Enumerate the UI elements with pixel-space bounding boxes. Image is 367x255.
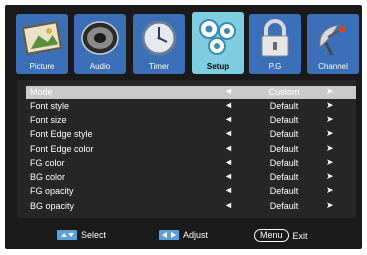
row-value: Default <box>269 101 299 111</box>
row-label: FG opacity <box>30 186 74 196</box>
tab-label: Timer <box>148 62 170 71</box>
left-right-keys-icon <box>159 229 179 240</box>
right-arrow-icon[interactable]: ➤ <box>326 100 334 111</box>
clock-icon <box>141 20 177 56</box>
menu-row-font-edge-color[interactable]: Font Edge color ◄ Default ➤ <box>26 143 356 156</box>
lock-icon <box>261 19 289 57</box>
menu-row-bg-color[interactable]: BG color ◄ Default ➤ <box>26 171 356 184</box>
right-arrow-icon[interactable]: ➤ <box>326 185 334 196</box>
row-value: Default <box>269 201 299 211</box>
tab-label: Channel <box>318 62 348 71</box>
menu-row-fg-opacity[interactable]: FG opacity ◄ Default ➤ <box>26 185 356 198</box>
row-value: Default <box>269 172 299 182</box>
tab-channel[interactable]: Channel <box>307 14 359 74</box>
tab-audio[interactable]: Audio <box>74 14 126 74</box>
select-hint: Select <box>57 229 106 240</box>
row-label: FG color <box>30 158 65 168</box>
tab-timer[interactable]: Timer <box>133 14 185 74</box>
tab-label: P.G <box>268 62 282 71</box>
row-value: Default <box>269 144 299 154</box>
left-arrow-icon[interactable]: ◄ <box>224 114 233 124</box>
row-value: Default <box>269 186 299 196</box>
row-value: Default <box>269 115 299 125</box>
left-arrow-icon[interactable]: ◄ <box>224 86 233 96</box>
row-label: Font style <box>30 101 70 111</box>
tab-pg[interactable]: P.G <box>249 14 301 74</box>
left-arrow-icon[interactable]: ◄ <box>224 100 233 110</box>
tab-label: Setup <box>206 62 230 71</box>
menu-row-font-style[interactable]: Font style ◄ Default ➤ <box>26 100 356 113</box>
select-label: Select <box>81 229 107 240</box>
left-arrow-icon[interactable]: ◄ <box>224 185 233 195</box>
right-arrow-icon[interactable]: ➤ <box>326 200 334 211</box>
right-arrow-icon[interactable]: ➤ <box>326 114 334 125</box>
menu-tab-bar: Picture Audio Timer Setup P.G Channel <box>11 10 359 76</box>
menu-row-fg-color[interactable]: FG color ◄ Default ➤ <box>26 157 356 170</box>
tab-picture[interactable]: Picture <box>16 14 68 74</box>
row-label: Font Edge color <box>30 144 94 154</box>
speaker-icon <box>81 21 119 55</box>
adjust-label: Adjust <box>183 229 209 240</box>
menu-key-icon: Menu <box>254 229 289 242</box>
menu-row-font-edge-style[interactable]: Font Edge style ◄ Default ➤ <box>26 128 356 141</box>
key-hint-bar: Select Adjust Menu Exit <box>5 222 362 249</box>
adjust-hint: Adjust <box>159 229 208 240</box>
gears-icon <box>199 19 236 55</box>
satellite-dish-icon <box>319 24 345 56</box>
right-arrow-icon[interactable]: ➤ <box>326 86 334 97</box>
row-label: Mode <box>30 87 53 97</box>
left-arrow-icon[interactable]: ◄ <box>224 200 233 210</box>
picture-icon <box>21 21 63 55</box>
menu-row-font-size[interactable]: Font size ◄ Default ➤ <box>26 114 356 127</box>
right-arrow-icon[interactable]: ➤ <box>326 128 334 139</box>
up-down-keys-icon <box>57 229 77 240</box>
tab-label: Picture <box>29 62 55 71</box>
left-arrow-icon[interactable]: ◄ <box>224 157 233 167</box>
row-label: Font size <box>30 115 67 125</box>
menu-row-bg-opacity[interactable]: BG opacity ◄ Default ➤ <box>26 200 356 213</box>
row-value: Default <box>269 129 299 139</box>
exit-label: Exit <box>292 230 308 241</box>
row-label: Font Edge style <box>30 129 93 139</box>
left-arrow-icon[interactable]: ◄ <box>224 143 233 153</box>
right-arrow-icon[interactable]: ➤ <box>326 143 334 154</box>
right-arrow-icon[interactable]: ➤ <box>326 171 334 182</box>
left-arrow-icon[interactable]: ◄ <box>224 128 233 138</box>
left-arrow-icon[interactable]: ◄ <box>224 171 233 181</box>
right-arrow-icon[interactable]: ➤ <box>326 157 334 168</box>
menu-row-mode[interactable]: Mode ◄ Custom ➤ <box>26 86 356 99</box>
tab-label: Audio <box>89 62 111 71</box>
row-value: Default <box>269 158 299 168</box>
row-label: BG color <box>30 172 66 182</box>
tab-setup[interactable]: Setup <box>192 12 244 74</box>
exit-hint: Menu Exit <box>254 229 308 242</box>
row-label: BG opacity <box>30 201 75 211</box>
row-value: Custom <box>268 87 300 97</box>
